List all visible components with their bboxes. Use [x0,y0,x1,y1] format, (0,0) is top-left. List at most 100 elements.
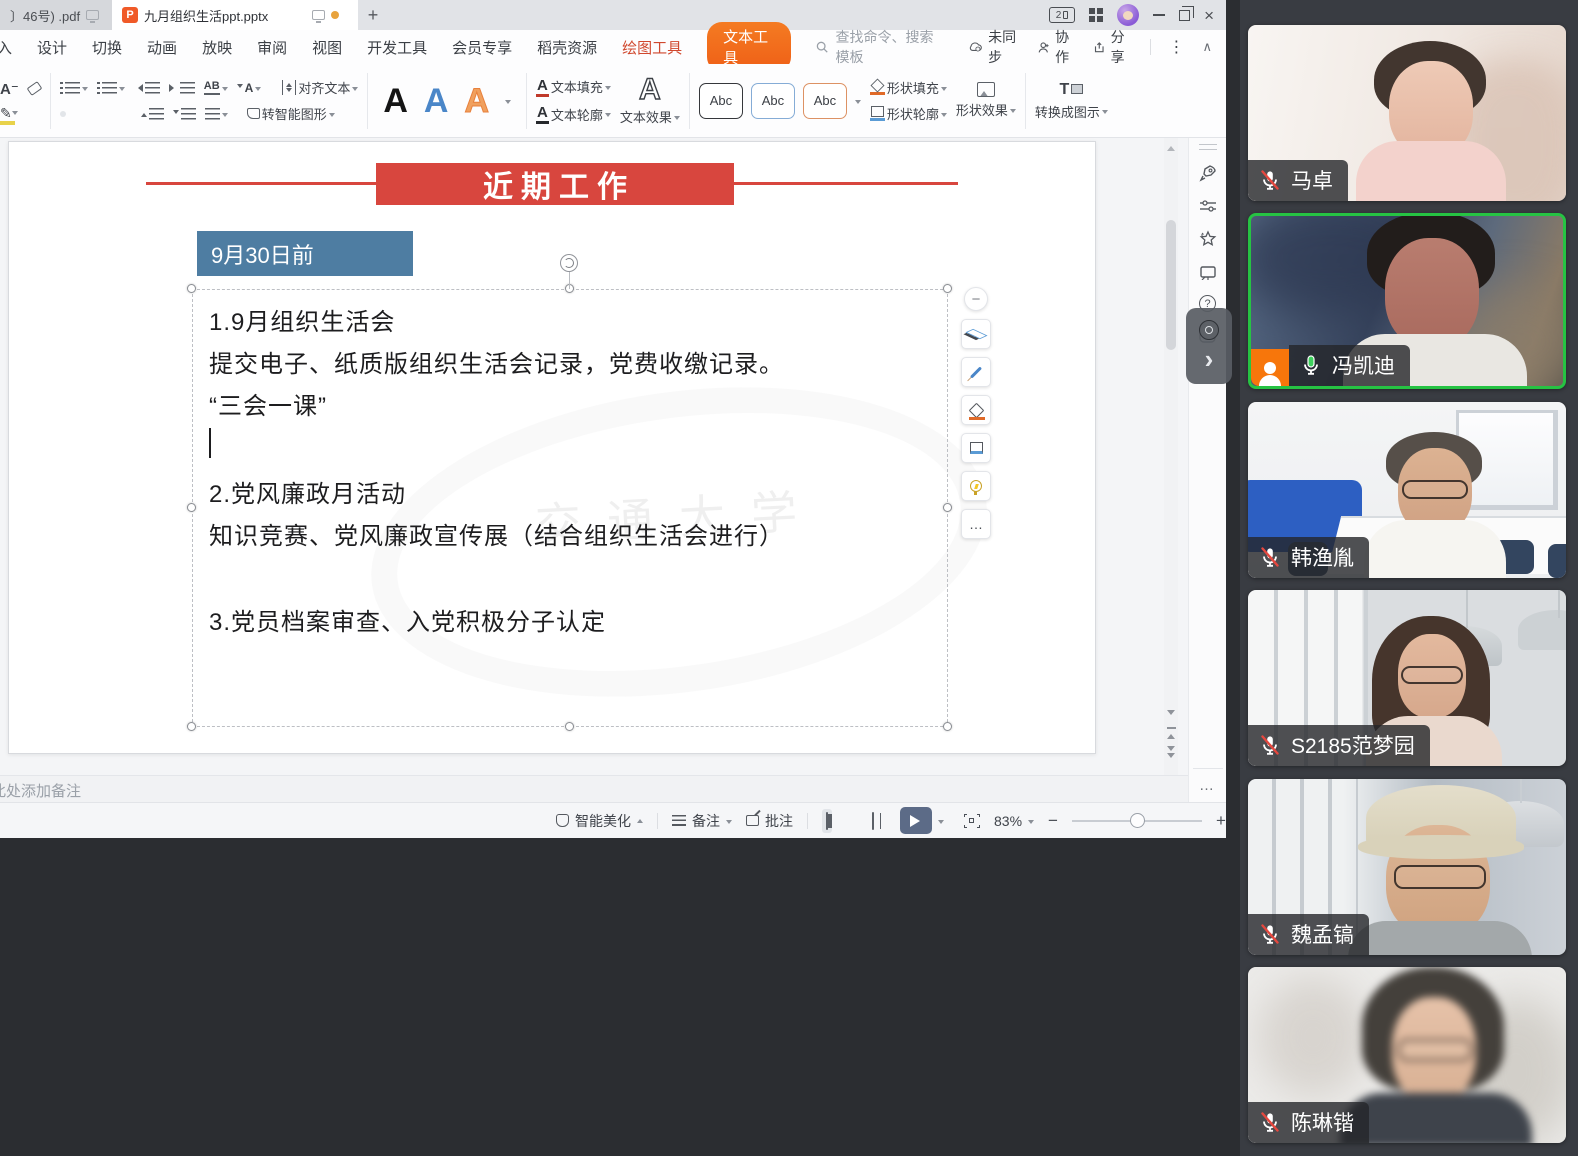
next-slide-button[interactable] [1164,746,1178,762]
date-box-shape[interactable]: 9月30日前 [197,231,413,276]
convert-smart-graphic-button[interactable]: 转智能图形 [247,104,335,123]
selection-handle-sw[interactable] [187,722,196,731]
normal-view-button[interactable] [822,809,832,833]
shape-outline-button[interactable]: 形状轮廓 [870,104,947,123]
slide-text-line[interactable]: 1.9月组织生活会 [209,302,395,337]
share-button[interactable]: 分享 [1094,27,1131,67]
shape-style-black-button[interactable]: Abc [699,83,743,119]
align-center-button[interactable] [75,111,81,117]
text-direction-button[interactable]: A [237,81,262,95]
align-left-button[interactable] [60,111,66,117]
scrollbar-thumb[interactable] [1166,220,1176,350]
shape-fill-quick-button[interactable] [961,395,991,425]
present-window-icon[interactable] [1198,262,1218,282]
shape-style-gallery-caret[interactable] [855,100,861,107]
selected-text-box[interactable]: 1.9月组织生活会 提交电子、纸质版组织生活会记录，党费收缴记录。 “三会一课”… [192,289,948,727]
numbered-list-button[interactable] [97,82,125,94]
selection-handle-w[interactable] [187,503,196,512]
play-slideshow-button[interactable] [900,807,932,834]
minimize-button[interactable] [1153,14,1165,16]
text-effect-button[interactable]: 文本效果 [620,107,680,126]
scroll-down-arrow[interactable] [1164,710,1178,719]
convert-diagram-button[interactable]: 转换成图示 [1035,102,1108,121]
notes-toggle-button[interactable]: 备注 [672,811,732,831]
menu-item-drawing-tools[interactable]: 绘图工具 [622,37,682,58]
shape-outline-quick-button[interactable] [961,433,991,463]
rotation-handle[interactable] [560,254,578,272]
settings-sliders-icon[interactable] [1198,196,1218,216]
more-panel-button[interactable]: … [1199,777,1216,794]
menu-item-transition[interactable]: 切换 [92,37,122,58]
align-text-button[interactable]: 对齐文本 [282,78,358,97]
menu-item-design[interactable]: 设计 [37,37,67,58]
text-style-orange-button[interactable]: A [464,84,489,118]
slide-title-banner[interactable]: 近期工作 [376,163,734,205]
shape-effect-button[interactable]: 形状效果 [956,100,1016,119]
more-options-button[interactable]: … [961,509,991,539]
menu-item-review[interactable]: 审阅 [257,37,287,58]
window-mode-icon[interactable]: 2 [1049,7,1075,23]
text-outline-button[interactable]: A文本轮廓 [536,104,611,124]
distribute-button[interactable] [120,111,126,117]
shape-fill-button[interactable]: 形状填充 [870,78,947,97]
selection-handle-se[interactable] [943,722,952,731]
collaborate-button[interactable]: 协作 [1038,27,1076,67]
participant-tile[interactable]: 陈琳锴 [1248,967,1566,1143]
shape-style-blue-button[interactable]: Abc [751,83,795,119]
panel-drag-handle[interactable] [1199,144,1217,150]
bullet-list-button[interactable] [60,82,88,94]
comments-button[interactable]: 批注 [746,811,793,831]
zoom-level-button[interactable]: 83% [994,813,1034,829]
menu-item-animation[interactable]: 动画 [147,37,177,58]
effects-star-icon[interactable] [1198,229,1218,249]
tab-presentation-document[interactable]: P 九月组织生活ppt.pptx [112,0,358,30]
line-spacing-button[interactable] [205,108,228,120]
menu-item-member[interactable]: 会员专享 [452,37,512,58]
restore-button[interactable] [1179,10,1190,21]
fit-slide-button[interactable] [964,814,980,828]
smart-suggestion-button[interactable] [961,471,991,501]
selection-handle-nw[interactable] [187,284,196,293]
zoom-in-button[interactable]: + [1216,811,1226,831]
zoom-slider-knob[interactable] [1130,813,1145,828]
line-spacing-down-button[interactable] [173,108,196,120]
zoom-out-button[interactable]: − [1048,811,1058,831]
shape-style-orange-button[interactable]: Abc [803,83,847,119]
menu-item-view[interactable]: 视图 [312,37,342,58]
character-spacing-button[interactable]: AB [204,80,228,95]
user-avatar[interactable] [1117,4,1139,26]
apps-grid-icon[interactable] [1089,8,1103,22]
meeting-sidebar-handle[interactable]: › [1186,308,1232,384]
participant-tile[interactable]: 马卓 [1248,25,1566,201]
text-style-black-button[interactable]: A [383,84,408,118]
clear-format-icon[interactable] [26,81,42,96]
sync-status-button[interactable]: 未同步 [969,27,1020,67]
scroll-up-arrow[interactable] [1167,146,1175,151]
text-fill-button[interactable]: A文本填充 [536,77,611,97]
menu-item-docer[interactable]: 稻壳资源 [537,37,597,58]
highlight-color-button[interactable]: ✎ [0,105,18,122]
collapse-toolbar-button[interactable]: − [964,287,988,311]
align-right-button[interactable] [90,111,96,117]
slide-text-line[interactable]: 2.党风廉政月活动 [209,474,406,509]
menu-item-slideshow[interactable]: 放映 [202,37,232,58]
slide-text-line[interactable]: 3.党员档案审查、入党积极分子认定 [209,602,606,637]
rocket-boost-icon[interactable] [1198,163,1218,183]
slide-text-line[interactable]: 知识竞赛、党风廉政宣传展（结合组织生活会进行） [209,516,784,551]
reading-view-button[interactable] [868,809,878,833]
tab-pdf-document[interactable]: 〕46号) .pdf [0,0,112,30]
previous-slide-button[interactable] [1164,727,1178,739]
new-tab-button[interactable]: + [358,0,388,30]
slide-text-line[interactable]: 提交电子、纸质版组织生活会记录，党费收缴记录。 [209,344,784,379]
selection-handle-e[interactable] [943,503,952,512]
layer-order-button[interactable] [961,319,991,349]
slide-text-line[interactable]: “三会一课” [209,386,327,421]
text-style-blue-button[interactable]: A [424,84,449,118]
zoom-slider[interactable] [1072,820,1202,822]
decrease-indent-button[interactable] [134,82,160,94]
notes-input-bar[interactable]: 此处添加备注 [0,775,1188,802]
slide-sorter-view-button[interactable] [846,817,854,825]
justify-button[interactable] [105,111,111,117]
command-search[interactable]: 查找命令、搜索模板 [816,27,944,67]
participant-tile[interactable]: S2185范梦园 [1248,590,1566,766]
